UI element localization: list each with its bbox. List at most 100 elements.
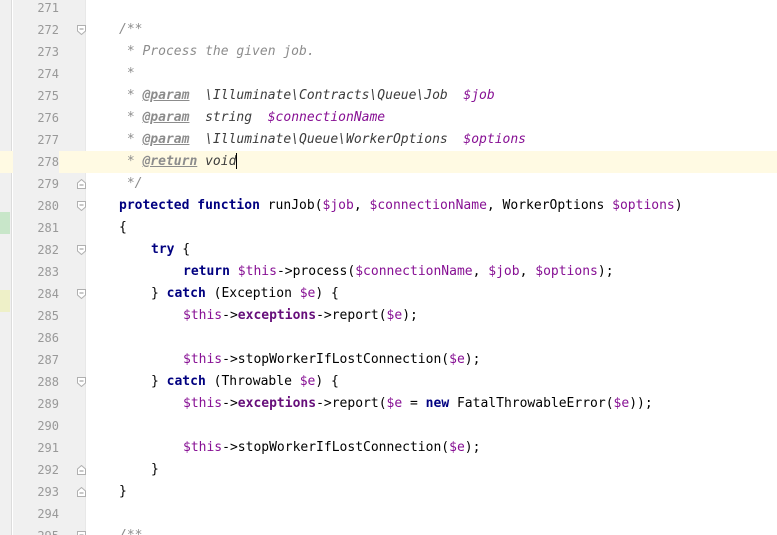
code-text[interactable]: /** [119,525,142,535]
line-number: 286 [37,331,59,345]
code-line[interactable]: 287 $this->stopWorkerIfLostConnection($e)… [0,349,777,371]
code-text[interactable]: * @param \Illuminate\Contracts\Queue\Job… [119,85,495,107]
code-text[interactable]: return $this->process($connectionName, $… [183,261,614,283]
code-editor[interactable]: 271 272 /** 273 * Process the given job. 274… [0,0,777,535]
code-token: $connectionName [369,198,487,213]
code-line[interactable]: 291 $this->stopWorkerIfLostConnection($e)… [0,437,777,459]
code-token: $e [299,374,316,389]
code-text[interactable]: */ [119,173,143,195]
code-token: * [119,132,143,147]
line-number: 284 [37,287,59,301]
fold-collapse-icon[interactable] [77,25,86,35]
code-text[interactable]: /** [119,19,142,41]
fold-end-icon[interactable] [77,487,86,497]
code-token: function [197,198,260,213]
code-token: , [472,264,489,279]
code-line[interactable]: 274 * [0,63,777,85]
code-line[interactable]: 277 * @param \Illuminate\Queue\WorkerOpt… [0,129,777,151]
code-token: * [119,66,135,81]
code-line[interactable]: 285 $this->exceptions->report($e); [0,305,777,327]
code-line[interactable]: 286 [0,327,777,349]
fold-end-icon[interactable] [77,465,86,475]
code-line[interactable]: 271 [0,0,777,19]
code-text[interactable]: { [119,217,127,239]
code-token: $this [237,264,277,279]
code-token: runJob( [259,198,323,213]
code-text[interactable]: * Process the given job. [119,41,315,63]
code-text[interactable]: $this->stopWorkerIfLostConnection($e); [183,437,480,459]
code-line[interactable]: 290 [0,415,777,437]
code-token: exceptions [237,396,317,411]
code-token: -> [222,396,238,411]
line-number: 290 [37,419,59,433]
code-token: $e [449,440,465,455]
code-token: /** [119,22,143,37]
code-token: )); [629,396,653,411]
code-line[interactable]: 283 return $this->process($connectionName… [0,261,777,283]
code-text[interactable]: } catch (Throwable $e) { [151,371,339,393]
code-token: /** [119,528,142,535]
code-text[interactable]: * @param \Illuminate\Queue\WorkerOptions… [119,129,526,151]
code-token: $e [613,396,630,411]
code-text[interactable]: } [151,459,159,481]
code-token: $e [386,308,403,323]
code-line[interactable]: 292} [0,459,777,481]
code-line[interactable]: 295 /** [0,525,777,535]
line-number: 273 [37,45,59,59]
code-line[interactable]: 293} [0,481,777,503]
fold-collapse-icon[interactable] [77,377,86,387]
line-number: 295 [13,525,59,535]
code-token: ) { [315,286,339,301]
code-line[interactable]: 294 [0,503,777,525]
code-line[interactable]: 288 } catch (Throwable $e) { [0,371,777,393]
code-line[interactable]: 281 { [0,217,777,239]
code-token: * [119,154,143,169]
code-text[interactable]: try { [151,239,190,261]
code-token: = [402,396,426,411]
fold-collapse-icon[interactable] [77,245,86,255]
code-line[interactable]: 278 * @return void [0,151,777,173]
code-token: } [151,374,167,389]
code-token: ->stopWorkerIfLostConnection( [222,440,450,455]
fold-collapse-icon[interactable] [77,289,86,299]
line-number: 293 [37,485,59,499]
code-token: protected [119,198,190,213]
code-text[interactable]: } [119,481,127,503]
fold-end-icon[interactable] [77,179,86,189]
line-number: 285 [37,309,59,323]
code-token: ); [464,440,481,455]
code-token: * [119,110,143,125]
code-text[interactable]: } catch (Exception $e) { [151,283,339,305]
fold-collapse-icon[interactable] [77,201,86,211]
code-token: void [197,154,237,169]
code-text[interactable]: protected function runJob($job, $connect… [119,195,683,217]
code-line[interactable]: 272 /** [0,19,777,41]
code-text[interactable]: * [119,63,135,85]
code-text[interactable]: * @param string $connectionName [119,107,385,129]
code-token: ->process( [276,264,356,279]
code-text[interactable]: $this->exceptions->report($e = new Fatal… [183,393,653,415]
code-token: \Illuminate\Queue\WorkerOptions [189,132,464,147]
code-token: return [183,264,230,279]
fold-collapse-icon[interactable] [77,531,86,535]
code-line[interactable]: 273 * Process the given job. [0,41,777,63]
code-text[interactable]: $this->stopWorkerIfLostConnection($e); [183,349,480,371]
code-token: $options [463,132,527,147]
code-line[interactable]: 282 try { [0,239,777,261]
code-line[interactable]: 279 */ [0,173,777,195]
line-number: 278 [13,151,59,173]
line-number: 288 [37,375,59,389]
code-line[interactable]: 284 } catch (Exception $e) { [0,283,777,305]
line-number: 294 [37,507,59,521]
code-token: -> [222,308,238,323]
line-number: 272 [37,23,59,37]
code-text[interactable]: * @return void [119,151,238,173]
code-line[interactable]: 289 $this->exceptions->report($e = new Fa… [0,393,777,415]
code-line[interactable]: 276 * @param string $connectionName [0,107,777,129]
line-number: 287 [37,353,59,367]
line-number: 282 [37,243,59,257]
code-line[interactable]: 275 * @param \Illuminate\Contracts\Queue… [0,85,777,107]
code-text[interactable]: $this->exceptions->report($e); [183,305,418,327]
code-line[interactable]: 280 protected function runJob($job, $conn… [0,195,777,217]
code-token: $options [535,264,598,279]
